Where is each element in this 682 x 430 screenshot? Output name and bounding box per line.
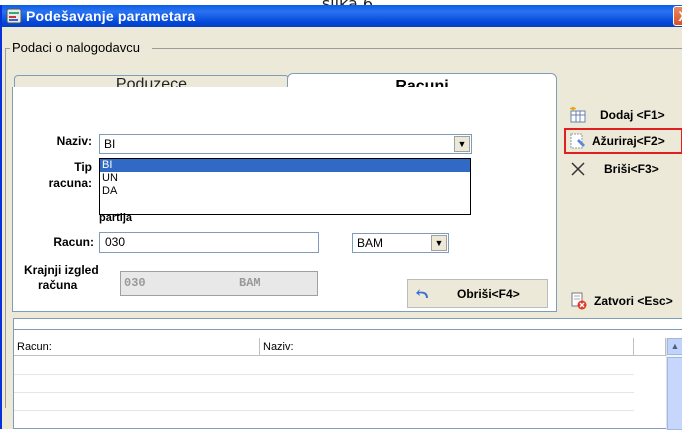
naziv-label: Naziv: bbox=[56, 134, 92, 148]
group-label: Podaci o nalogodavcu bbox=[10, 40, 142, 55]
grid-header: Racun: Naziv: bbox=[14, 338, 682, 356]
naziv-combo[interactable]: BI ▼ bbox=[99, 134, 472, 154]
tip-option-da[interactable]: DA bbox=[100, 185, 470, 198]
brisi-button[interactable]: Briši<F3> bbox=[564, 156, 682, 182]
tip-label-line1: Tip bbox=[74, 160, 92, 174]
naziv-value: BI bbox=[104, 137, 116, 151]
obrisi-label: Obriši<F4> bbox=[457, 287, 520, 301]
currency-value: BAM bbox=[357, 236, 384, 250]
azuriraj-button[interactable]: Ažuriraj<F2> bbox=[564, 128, 682, 154]
window-title: Podešavanje parametara bbox=[26, 8, 196, 24]
edit-record-icon bbox=[570, 133, 585, 149]
undo-icon bbox=[416, 289, 428, 298]
vertical-scrollbar[interactable]: ▲ bbox=[666, 338, 682, 430]
tip-option-un[interactable]: UN bbox=[100, 172, 470, 185]
dodaj-label: Dodaj <F1> bbox=[600, 108, 665, 122]
accounts-grid[interactable]: Racun: Naziv: ▲ bbox=[13, 329, 682, 430]
table-row bbox=[14, 410, 634, 411]
tip-label-line2: racuna: bbox=[48, 176, 92, 190]
brisi-label: Briši<F3> bbox=[604, 162, 659, 176]
table-row bbox=[14, 374, 634, 375]
parameters-window: Podešavanje parametara X Podaci o nalogo… bbox=[0, 5, 682, 430]
table-row bbox=[14, 392, 634, 393]
preview-account: 030 bbox=[124, 276, 146, 290]
close-window-button[interactable]: X bbox=[673, 6, 682, 26]
zatvori-label: Zatvori <Esc> bbox=[594, 294, 673, 308]
scroll-up-icon[interactable]: ▲ bbox=[667, 338, 682, 355]
currency-combo[interactable]: BAM ▼ bbox=[352, 233, 449, 253]
app-icon bbox=[6, 8, 22, 24]
close-document-icon bbox=[571, 292, 587, 310]
zatvori-button[interactable]: Zatvori <Esc> bbox=[564, 288, 682, 314]
column-header-racun[interactable]: Racun: bbox=[14, 338, 260, 356]
grid-top-strip bbox=[13, 318, 682, 329]
chevron-down-icon[interactable]: ▼ bbox=[431, 235, 447, 251]
tip-racuna-dropdown-list[interactable]: BI UN DA bbox=[99, 158, 471, 215]
racun-input[interactable]: 030 bbox=[99, 232, 319, 253]
preview-label-line1: Krajnji izgled bbox=[24, 263, 99, 277]
racun-label: Racun: bbox=[53, 235, 94, 249]
group-border-left bbox=[5, 48, 6, 408]
preview-currency: BAM bbox=[239, 276, 261, 290]
account-preview-field: 030 BAM bbox=[120, 271, 318, 296]
tip-option-bi[interactable]: BI bbox=[100, 159, 470, 172]
obrisi-button[interactable]: Obriši<F4> bbox=[407, 279, 548, 308]
add-record-icon bbox=[570, 106, 586, 123]
column-header-naziv[interactable]: Naziv: bbox=[260, 338, 634, 356]
delete-x-icon bbox=[571, 162, 585, 176]
partija-label: partija bbox=[99, 212, 133, 224]
dodaj-button[interactable]: Dodaj <F1> bbox=[564, 102, 682, 128]
scrollbar-thumb[interactable] bbox=[667, 357, 682, 430]
group-border-right-top bbox=[152, 48, 682, 49]
chevron-down-icon[interactable]: ▼ bbox=[454, 136, 470, 152]
column-header-extra bbox=[634, 338, 666, 356]
title-bar[interactable]: Podešavanje parametara X bbox=[2, 5, 682, 27]
preview-label-line2: računa bbox=[38, 278, 78, 292]
azuriraj-label: Ažuriraj<F2> bbox=[592, 134, 665, 148]
